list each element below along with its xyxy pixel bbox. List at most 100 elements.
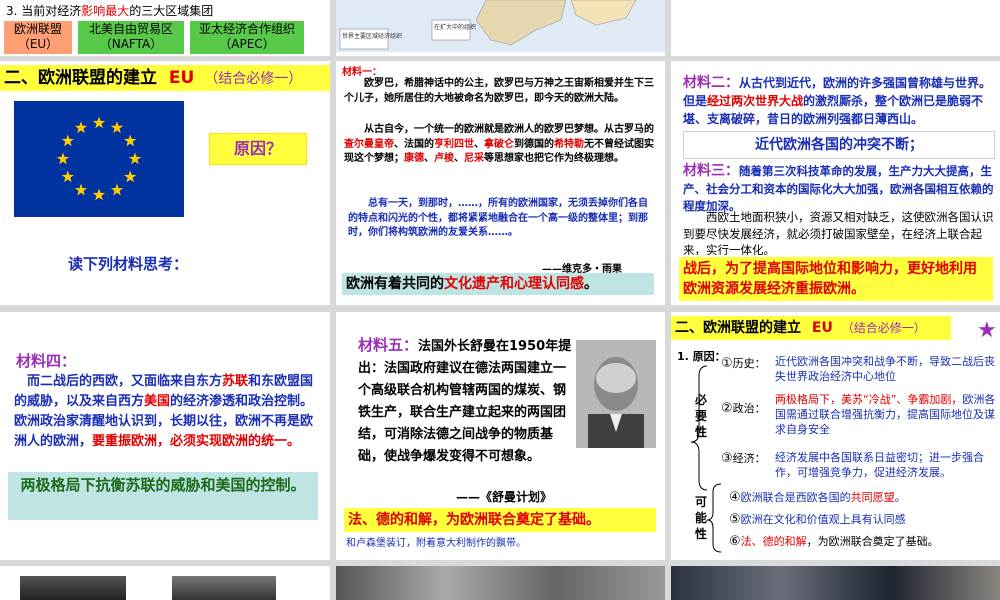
- m4-usa: 美国: [144, 394, 171, 409]
- material-five-label: 材料五：: [358, 336, 419, 354]
- material-five-conclusion: 法、德的和解，为欧洲联合奠定了基础。: [344, 508, 656, 532]
- bloc-apec-abbr: （APEC）: [219, 37, 275, 51]
- reason-text: 原因？: [233, 139, 282, 158]
- p2-c: 、: [474, 138, 484, 150]
- title-eu: EU: [168, 68, 195, 88]
- summary-item-2-body: 两极格局下，美苏“冷战”、争霸加剧，欧洲各国需通过联合增强抗衡力，提高国际地位及…: [775, 392, 997, 437]
- bloc-apec: 亚太经济合作组织 （APEC）: [190, 21, 304, 54]
- flag-star-icon: [124, 170, 137, 183]
- bloc-eu: 欧洲联盟 （EU）: [4, 21, 72, 54]
- slide-world-map[interactable]: 世界主要区域经济组织 在扩大中的组织: [336, 0, 665, 56]
- slide-heading: 3. 当前对经济影响最大的三大区域集团: [6, 2, 213, 19]
- slide-bottom-left[interactable]: [0, 566, 330, 600]
- material-four-conclusion: 两极格局下抗衡苏联的威胁和美国的控制。: [8, 472, 318, 520]
- item-num: ④: [729, 490, 741, 505]
- read-prompt: 读下列材料思考：: [68, 255, 189, 273]
- slide-material-four[interactable]: 材料四： 而二战后的西欧，又面临来自东方苏联和东欧盟国的威胁，以及来自西方美国的…: [0, 312, 330, 560]
- portrait-photo-2: [172, 576, 276, 600]
- historical-photo: [336, 566, 665, 600]
- p2-kant: 康德: [404, 153, 424, 164]
- conflict-text: 近代欧洲各国的冲突不断；: [755, 137, 923, 153]
- material-three-b: 西欧土地面积狭小，资源又相对缺乏，这使欧洲各国认识到要尽快发展经济，就必须打破国…: [683, 209, 995, 255]
- p2-h: 等思想家也把它作为终极理想。: [484, 153, 624, 164]
- material-three-label: 材料三：: [683, 163, 739, 179]
- slide-bottom-right[interactable]: [671, 566, 1000, 600]
- conclusion-a: 欧洲有着共同的: [346, 276, 444, 292]
- material-one-conclusion: 欧洲有着共同的文化遗产和心理认同感。: [342, 273, 654, 295]
- item-body-a: 欧洲联合是西欧各国的: [740, 491, 851, 504]
- slide-regional-blocs[interactable]: 3. 当前对经济影响最大的三大区域集团 欧洲联盟 （EU） 北美自由贸易区 （N…: [0, 0, 330, 56]
- flag-star-icon: [56, 152, 70, 165]
- flag-star-icon: [92, 116, 106, 129]
- summary-item-5: ⑤欧洲在文化和价值观上具有认同感: [729, 512, 995, 527]
- p2-rousseau: 卢梭: [434, 153, 454, 164]
- item-body-b: ，为欧洲联合奠定了基础。: [806, 535, 939, 548]
- flag-star-icon: [61, 170, 74, 183]
- material-five-footer: 和卢森堡装订，附着意大利制作的飘带。: [346, 538, 526, 549]
- material-two: 材料二：从古代到近代，欧洲的许多强国曾称雄与世界。但是经过两次世界大战的激烈厮杀…: [683, 73, 993, 128]
- material-three: 材料三：随着第三次科技革命的发展，生产力大大提高，生产、社会分工和资本的国际化大…: [683, 161, 995, 215]
- bloc-nafta: 北美自由贸易区 （NAFTA）: [78, 21, 184, 54]
- conclusion-b: 文化遗产和心理认同感: [444, 276, 584, 292]
- item-num: ③: [721, 451, 733, 466]
- p2-nietzsche: 尼采: [464, 153, 484, 164]
- summary-item-6: ⑥法、德的和解，为欧洲联合奠定了基础。: [729, 534, 995, 549]
- possibility-label: 可能性: [695, 495, 708, 541]
- schuman-portrait: [576, 340, 656, 448]
- item-body-red: 共同愿望: [850, 491, 895, 504]
- item-head: 政治：: [732, 402, 766, 415]
- m4-a: 而二战后的西欧，又面临来自东方: [27, 374, 223, 389]
- item-body-red: 两极格局下，美苏“冷战”、争霸加剧，: [775, 393, 963, 406]
- material-five-source: ——《舒曼计划》: [456, 490, 553, 504]
- p2-a: 从古自今，一个统一的欧洲就是欧洲人的欧罗巴梦想。从古罗马的: [364, 124, 654, 135]
- slide-material-five[interactable]: 材料五：法国外长舒曼在1950年提出：法国政府建议在德法两国建立一个高级联合机构…: [336, 312, 665, 560]
- bloc-nafta-abbr: （NAFTA）: [99, 37, 163, 51]
- slide-summary[interactable]: 二、欧洲联盟的建立 EU （结合必修一） ★ 1. 原因： 必要性 可能性 ①历…: [671, 312, 1000, 560]
- necessity-label: 必要性: [695, 393, 708, 439]
- meeting-photo: [671, 566, 1000, 600]
- summary-item-1-body: 近代欧洲各国冲突和战争不断，导致二战后丧失世界政治经济中心地位: [775, 355, 995, 383]
- summary-item-4: ④欧洲联合是西欧各国的共同愿望。: [729, 490, 995, 505]
- item-head: 经济：: [732, 452, 766, 465]
- conclusion-text: 法、德的和解，为欧洲联合奠定了基础。: [348, 512, 600, 528]
- flag-star-icon: [74, 183, 88, 196]
- slide-eu-flag[interactable]: 二、欧洲联盟的建立 EU （结合必修一） 原因？ 读下列材料思考：: [0, 61, 330, 305]
- flag-star-icon: [110, 121, 124, 134]
- quote-text: 总有一天，到那时，……，所有的欧洲国家，无须丢掉你们各自的特点和闪光的个性，都将…: [348, 198, 648, 238]
- material-para-2: 从古自今，一个统一的欧洲就是欧洲人的欧罗巴梦想。从古罗马的查尔曼皇帝、法国的亨利…: [344, 123, 656, 167]
- portrait-graphic: [576, 340, 656, 448]
- p2-b: 、法国的: [394, 138, 434, 150]
- item-body-red: 法、德的和解: [740, 535, 807, 548]
- slide-top-right[interactable]: [671, 0, 1000, 56]
- material-four-text: 而二战后的西欧，又面临来自东方苏联和东欧盟国的威胁，以及来自西方美国的经济渗透和…: [14, 372, 318, 452]
- item-body: 欧洲在文化和价值观上具有认同感: [740, 513, 906, 526]
- p2-charlemagne: 查尔曼皇帝: [344, 138, 394, 150]
- flag-star-icon: [128, 152, 142, 165]
- m4-ussr: 苏联: [222, 374, 249, 389]
- material-label: 材料一：: [342, 67, 382, 78]
- p2-g: 、: [454, 153, 464, 164]
- m5-text: 法国外长舒曼在1950年提出：法国政府建议在德法两国建立一个高级联合机构管辖两国…: [358, 339, 572, 464]
- summary-item-3: ③经济：: [721, 450, 766, 466]
- bloc-eu-name: 欧洲联盟: [13, 22, 62, 36]
- bloc-nafta-name: 北美自由贸易区: [88, 22, 173, 36]
- m3-b: 西欧土地面积狭小，资源又相对缺乏，这使欧洲各国认识到要尽快发展经济，就必须打破国…: [683, 210, 994, 255]
- conclusion-text: 战后，为了提高国际地位和影响力，更好地利用欧洲资源发展经济重振欧洲。: [683, 261, 977, 297]
- item-num: ②: [721, 401, 733, 416]
- section-title: 二、欧洲联盟的建立 EU （结合必修一）: [0, 65, 330, 91]
- item-num: ⑥: [729, 534, 741, 549]
- m2-wars: 经过两次世界大战: [707, 94, 804, 109]
- slide-material-one[interactable]: 材料一： 欧罗巴，希腊神话中的公主，欧罗巴与万神之王宙斯相爱并生下三个儿子，她所…: [336, 61, 665, 305]
- eu-flag-stars: [56, 116, 142, 201]
- summary-item-3-body: 经济发展中各国联系日益密切；进一步强合作，可增强竞争力，促进经济发展。: [775, 450, 997, 480]
- item-num: ①: [721, 356, 733, 371]
- slide-material-two-three[interactable]: 材料二：从古代到近代，欧洲的许多强国曾称雄与世界。但是经过两次世界大战的激烈厮杀…: [671, 61, 1000, 305]
- bloc-eu-abbr: （EU）: [17, 37, 59, 51]
- flag-star-icon: [74, 121, 88, 134]
- m4-unify: 要重振欧洲，必须实现欧洲的统一。: [92, 434, 301, 449]
- material-two-label: 材料二：: [683, 75, 739, 91]
- conflict-box: 近代欧洲各国的冲突不断；: [683, 131, 995, 159]
- title-text: 二、欧洲联盟的建立: [4, 68, 157, 88]
- slide-bottom-middle[interactable]: [336, 566, 665, 600]
- item-body-red: 经济发展中各国联系日益密切；: [775, 451, 929, 464]
